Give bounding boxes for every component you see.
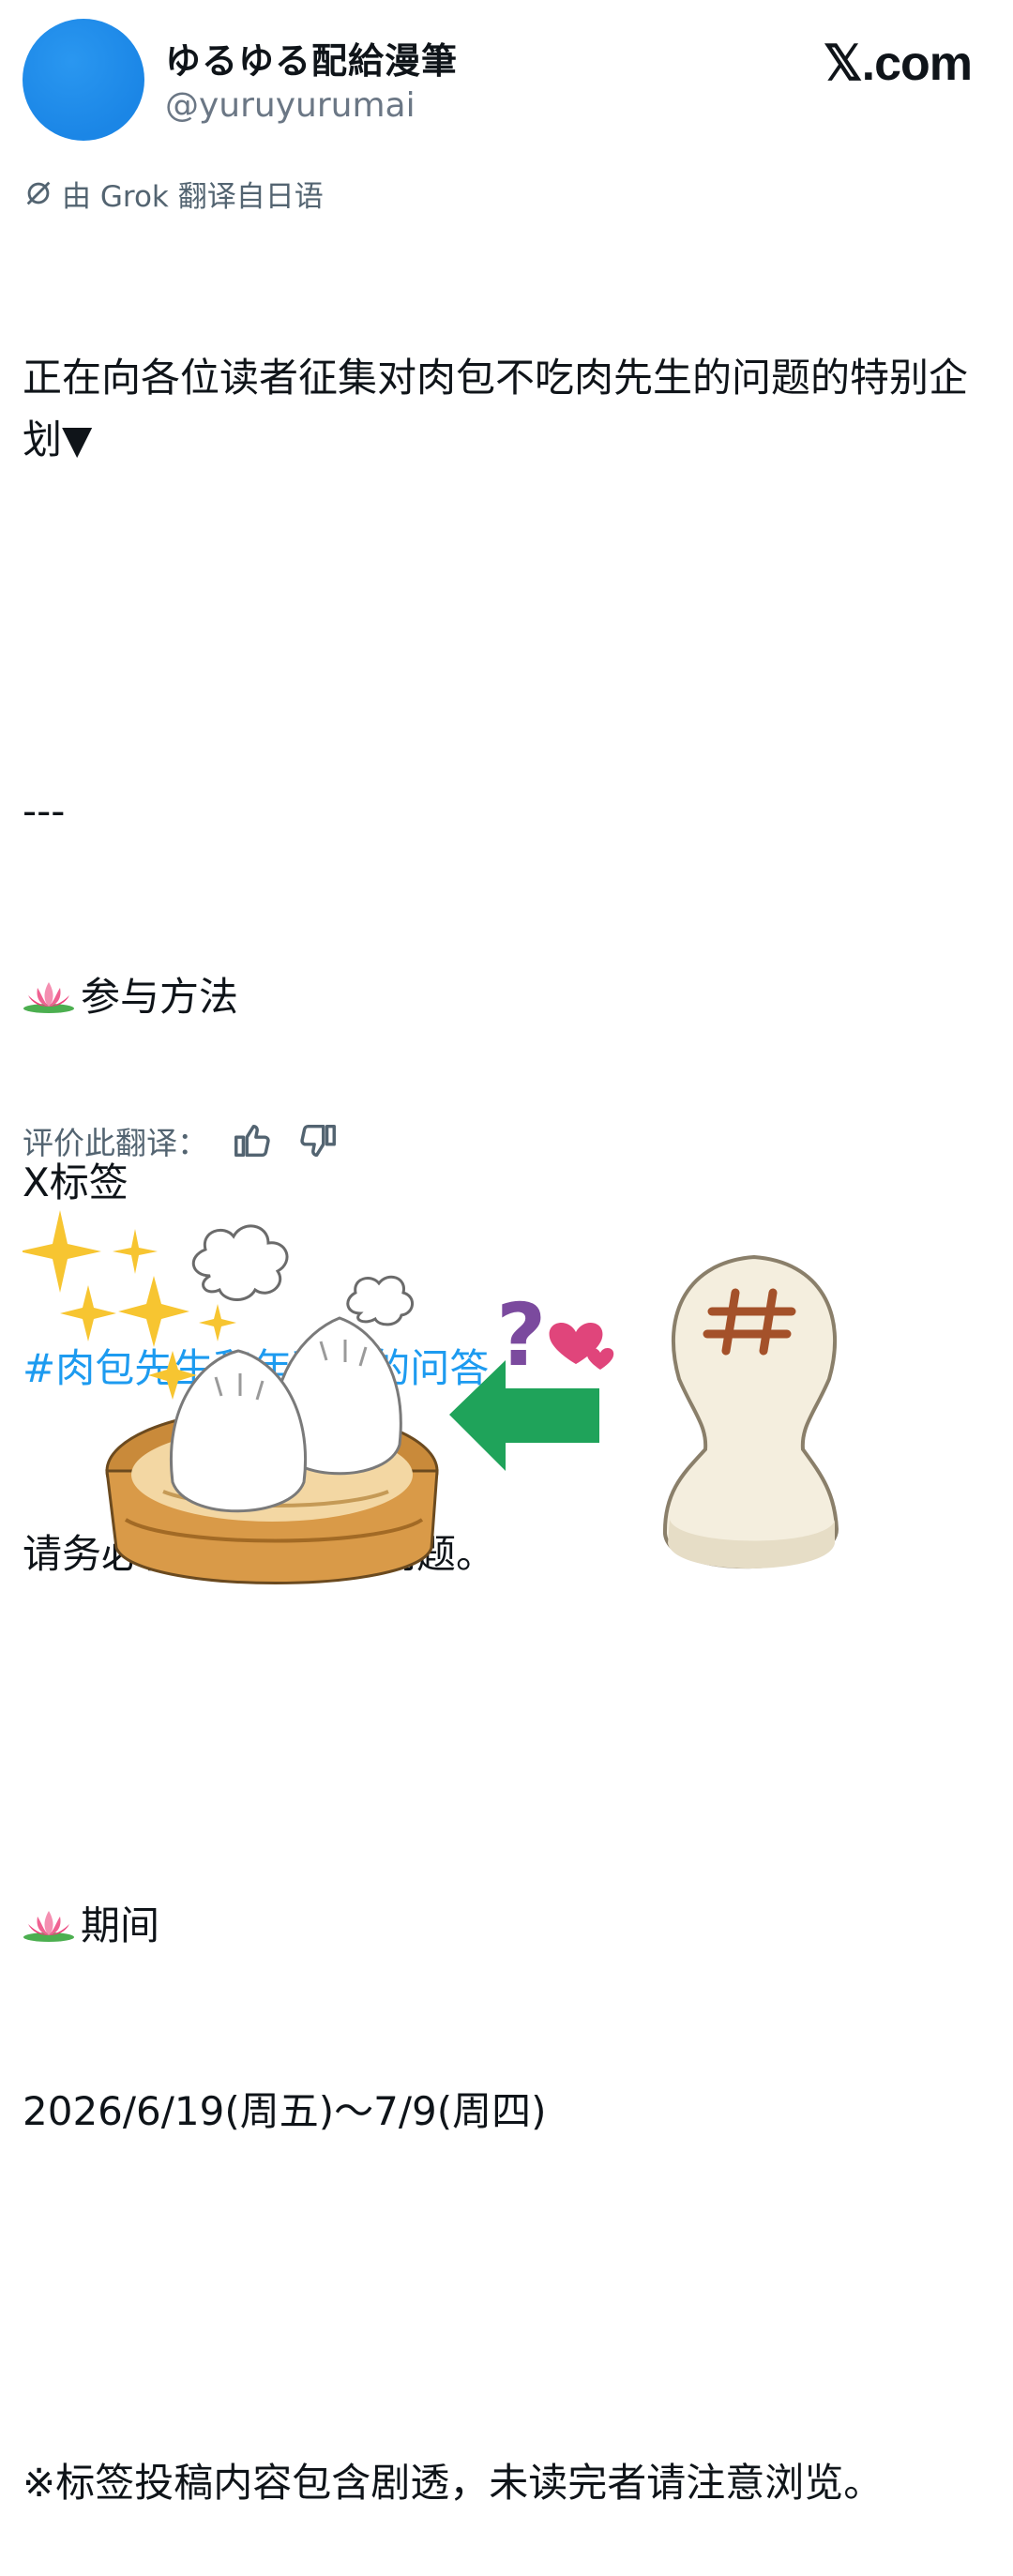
section-heading-period-text: 期间 bbox=[81, 1902, 160, 1948]
section-heading-method: 参与方法 bbox=[23, 966, 970, 1028]
post-divider: --- bbox=[23, 788, 66, 834]
tweet-header: ゆるゆる配給漫筆 @yuruyurumai 𝕏.com bbox=[23, 19, 990, 141]
heart-small-icon bbox=[586, 1347, 614, 1370]
avatar[interactable] bbox=[23, 19, 144, 141]
translation-notice-text: 由 Grok 翻译自日语 bbox=[62, 179, 324, 214]
x-com-logo: 𝕏.com bbox=[823, 37, 973, 91]
display-name[interactable]: ゆるゆる配給漫筆 bbox=[165, 32, 458, 83]
grok-translate-icon bbox=[26, 181, 51, 205]
rate-translation-label: 评价此翻译： bbox=[23, 1125, 208, 1161]
section-heading-period: 期间 bbox=[23, 1895, 970, 1957]
hashtag-stamp-icon bbox=[662, 1254, 839, 1569]
lotus-emoji-icon bbox=[23, 970, 75, 1013]
thumbs-down-icon[interactable] bbox=[296, 1119, 340, 1162]
thumbs-up-icon[interactable] bbox=[231, 1119, 274, 1162]
post-spacer: ​ bbox=[23, 1709, 970, 1771]
post-intro: 正在向各位读者征集对肉包不吃肉先生的问题的特别企划▼ bbox=[23, 355, 969, 462]
post-illustration[interactable]: ? bbox=[23, 1210, 990, 1614]
spoiler-notice: ※标签投稿内容包含剧透，未读完者请注意浏览。 bbox=[23, 2460, 884, 2506]
translation-notice: 由 Grok 翻译自日语 bbox=[23, 173, 324, 214]
section-heading-method-text: 参与方法 bbox=[81, 974, 239, 1020]
user-handle[interactable]: @yuruyurumai bbox=[165, 86, 416, 125]
post-spacer: ​ bbox=[23, 595, 970, 657]
period-dates: 2026/6/19(周五)～7/9(周四) bbox=[23, 2088, 547, 2134]
lotus-emoji-icon bbox=[23, 1899, 75, 1942]
steam-icon bbox=[192, 1224, 414, 1326]
rate-translation: 评价此翻译： bbox=[23, 1114, 340, 1167]
post-spacer: ​ bbox=[23, 2266, 970, 2328]
